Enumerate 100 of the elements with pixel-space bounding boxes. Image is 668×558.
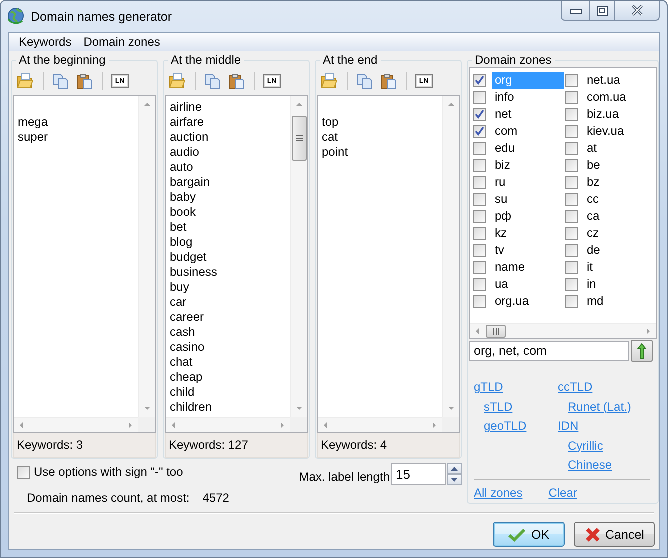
checkbox[interactable]: [473, 74, 486, 87]
checkbox[interactable]: [565, 142, 578, 155]
zone-label[interactable]: biz.ua: [584, 106, 622, 123]
keyword-item[interactable]: top: [322, 115, 438, 130]
checkbox[interactable]: [473, 125, 486, 138]
zone-label[interactable]: biz: [492, 157, 514, 174]
checkbox[interactable]: [565, 227, 578, 240]
keyword-item[interactable]: budget: [170, 250, 286, 265]
cancel-button[interactable]: Cancel: [574, 522, 655, 547]
checkbox[interactable]: [565, 278, 578, 291]
keyword-item[interactable]: business: [170, 265, 286, 280]
scrollbar-thumb[interactable]: [486, 324, 506, 338]
keyword-item[interactable]: buy: [170, 280, 286, 295]
zone-label[interactable]: cc: [584, 191, 602, 208]
zone-label[interactable]: org.ua: [492, 293, 532, 310]
checkbox[interactable]: [565, 261, 578, 274]
checkbox-label[interactable]: Use options with sign "-" too: [34, 465, 184, 479]
zone-label[interactable]: net: [492, 106, 515, 123]
zone-action-link[interactable]: Clear: [548, 484, 578, 503]
zone-label[interactable]: com: [492, 123, 521, 140]
checkbox[interactable]: [565, 176, 578, 189]
keyword-item[interactable]: book: [170, 205, 286, 220]
vertical-scrollbar[interactable]: [138, 96, 155, 417]
zone-group-link[interactable]: IDN: [558, 417, 579, 436]
zone-group-link[interactable]: Runet (Lat.): [568, 398, 632, 417]
checkbox[interactable]: [565, 125, 578, 138]
checkbox[interactable]: [473, 108, 486, 121]
zone-action-link[interactable]: All zones: [474, 484, 523, 503]
keyword-item[interactable]: children: [170, 400, 286, 415]
keyword-item[interactable]: bargain: [170, 175, 286, 190]
checkbox[interactable]: [473, 159, 486, 172]
open-folder-button[interactable]: [319, 71, 339, 91]
horizontal-scrollbar[interactable]: [14, 417, 138, 432]
paste-button[interactable]: [74, 71, 94, 91]
checkbox[interactable]: [565, 295, 578, 308]
checkbox[interactable]: [17, 466, 30, 478]
keyword-item[interactable]: airfare: [170, 115, 286, 130]
menu-item[interactable]: Domain zones: [78, 33, 166, 51]
keyword-item[interactable]: cheap: [170, 370, 286, 385]
zone-label[interactable]: net.ua: [584, 72, 624, 89]
zone-label[interactable]: su: [492, 191, 511, 208]
horizontal-scrollbar[interactable]: [470, 323, 656, 338]
scrollbar-thumb[interactable]: [292, 116, 307, 161]
zone-label[interactable]: com.ua: [584, 89, 630, 106]
checkbox[interactable]: [565, 108, 578, 121]
menu-item[interactable]: Keywords: [13, 33, 78, 51]
checkbox[interactable]: [473, 176, 486, 189]
zone-label[interactable]: kz: [492, 225, 510, 242]
zone-label[interactable]: info: [492, 89, 518, 106]
zone-group-link[interactable]: geoTLD: [484, 417, 527, 436]
open-folder-button[interactable]: [167, 71, 187, 91]
checkbox[interactable]: [473, 278, 486, 291]
keyword-item[interactable]: bet: [170, 220, 286, 235]
keyword-item[interactable]: airline: [170, 100, 286, 115]
checkbox[interactable]: [473, 244, 486, 257]
zone-label[interactable]: de: [584, 242, 604, 259]
keyword-item[interactable]: audio: [170, 145, 286, 160]
zone-label[interactable]: bz: [584, 174, 603, 191]
zone-label[interactable]: рф: [492, 208, 515, 225]
checkbox[interactable]: [473, 142, 486, 155]
keyword-item[interactable]: blog: [170, 235, 286, 250]
zone-group-link[interactable]: Cyrillic: [568, 436, 604, 456]
copy-button[interactable]: [354, 71, 374, 91]
checkbox[interactable]: [473, 295, 486, 308]
keyword-list[interactable]: top cat point: [317, 95, 460, 433]
keyword-item[interactable]: chat: [170, 355, 286, 370]
keyword-item[interactable]: auction: [170, 130, 286, 145]
zone-label[interactable]: ca: [584, 208, 603, 225]
checkbox[interactable]: [473, 193, 486, 206]
keyword-item[interactable]: super: [18, 130, 134, 145]
spin-down-button[interactable]: [447, 474, 462, 485]
zone-label[interactable]: in: [584, 276, 600, 293]
keyword-item[interactable]: casino: [170, 340, 286, 355]
keyword-item[interactable]: cat: [322, 130, 438, 145]
keyword-item[interactable]: child: [170, 385, 286, 400]
keyword-item[interactable]: auto: [170, 160, 286, 175]
keyword-item[interactable]: point: [322, 145, 438, 160]
checkbox[interactable]: [565, 244, 578, 257]
keyword-item[interactable]: career: [170, 310, 286, 325]
minimize-button[interactable]: [561, 1, 590, 21]
zone-label[interactable]: kiev.ua: [584, 123, 628, 140]
ok-button[interactable]: OK: [493, 522, 565, 547]
zone-group-link[interactable]: sTLD: [484, 398, 513, 417]
zone-group-link[interactable]: gTLD: [474, 378, 504, 398]
checkbox[interactable]: [565, 210, 578, 223]
zone-label[interactable]: cz: [584, 225, 602, 242]
zone-label[interactable]: ua: [492, 276, 512, 293]
keyword-item[interactable]: mega: [18, 115, 134, 130]
checkbox[interactable]: [565, 193, 578, 206]
zone-group-link[interactable]: Chinese: [568, 456, 612, 476]
checkbox[interactable]: [565, 159, 578, 172]
zone-label[interactable]: at: [584, 140, 600, 157]
zone-group-link[interactable]: ccTLD: [558, 378, 593, 398]
keyword-item[interactable]: car: [170, 295, 286, 310]
zone-label[interactable]: md: [584, 293, 607, 310]
checkbox[interactable]: [473, 261, 486, 274]
paste-button[interactable]: [378, 71, 398, 91]
apply-button[interactable]: [631, 340, 653, 362]
copy-button[interactable]: [50, 71, 70, 91]
copy-button[interactable]: [202, 71, 222, 91]
